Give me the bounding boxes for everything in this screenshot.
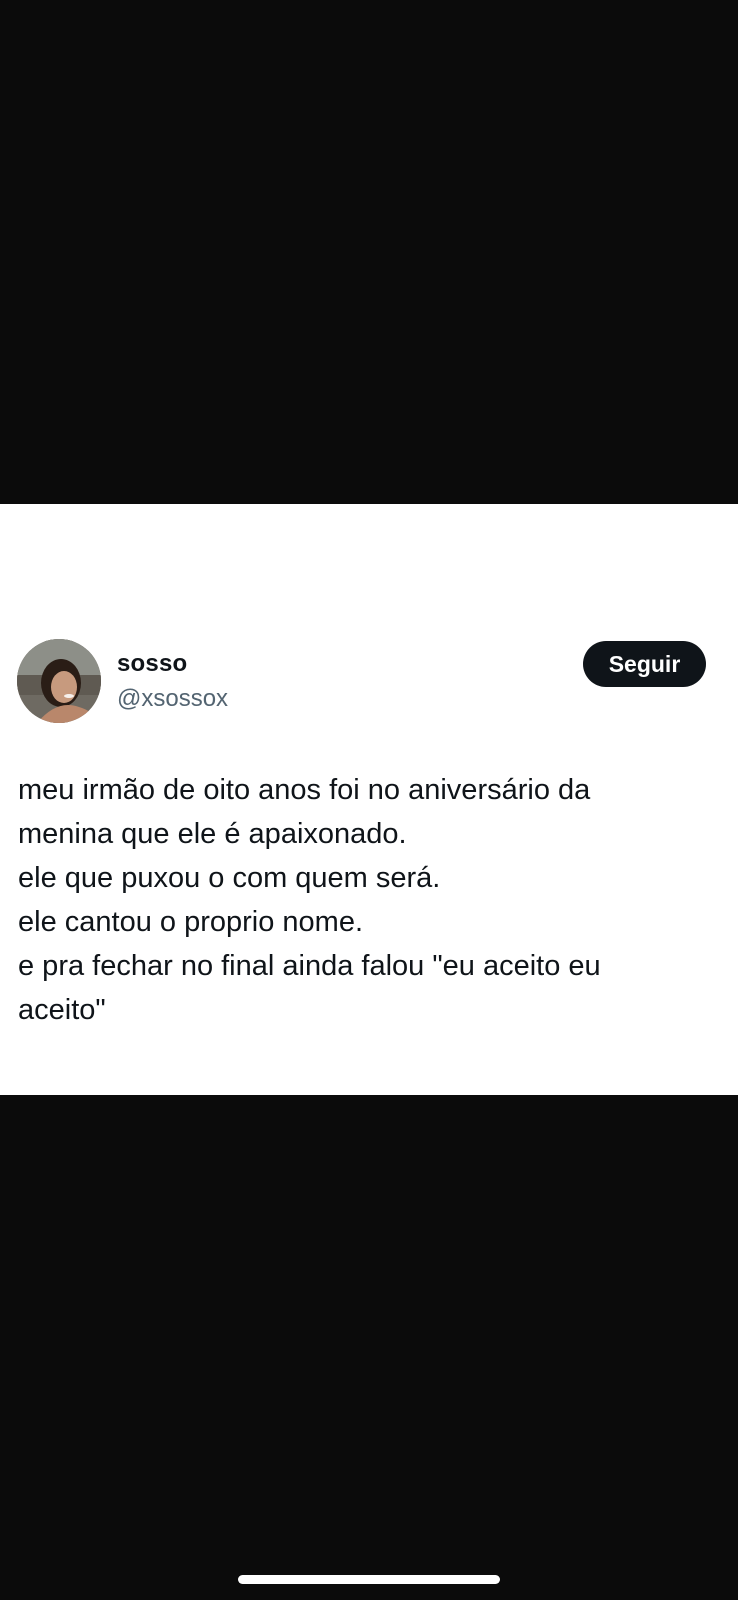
bottom-dark-area [0,1095,738,1600]
top-dark-area [0,0,738,504]
follow-button[interactable]: Seguir [583,641,706,687]
tweet-text: meu irmão de oito anos foi no aniversári… [18,768,718,1032]
screen: sosso @xsossox Seguir meu irmão de oito … [0,0,738,1600]
tweet-text-line: aceito" [18,994,106,1026]
tweet-card: sosso @xsossox Seguir meu irmão de oito … [0,504,738,1095]
display-name[interactable]: sosso [117,650,187,678]
tweet-text-line: ele que puxou o com quem será. [18,862,441,894]
tweet-text-line: e pra fechar no final ainda falou "eu ac… [18,950,601,982]
avatar-photo-icon [17,639,101,723]
avatar[interactable] [17,639,101,723]
tweet-text-line: ele cantou o proprio nome. [18,906,363,938]
tweet-text-line: meu irmão de oito anos foi no aniversári… [18,774,591,806]
home-indicator[interactable] [238,1575,500,1584]
user-handle[interactable]: @xsossox [117,685,228,713]
tweet-text-line: menina que ele é apaixonado. [18,818,407,850]
